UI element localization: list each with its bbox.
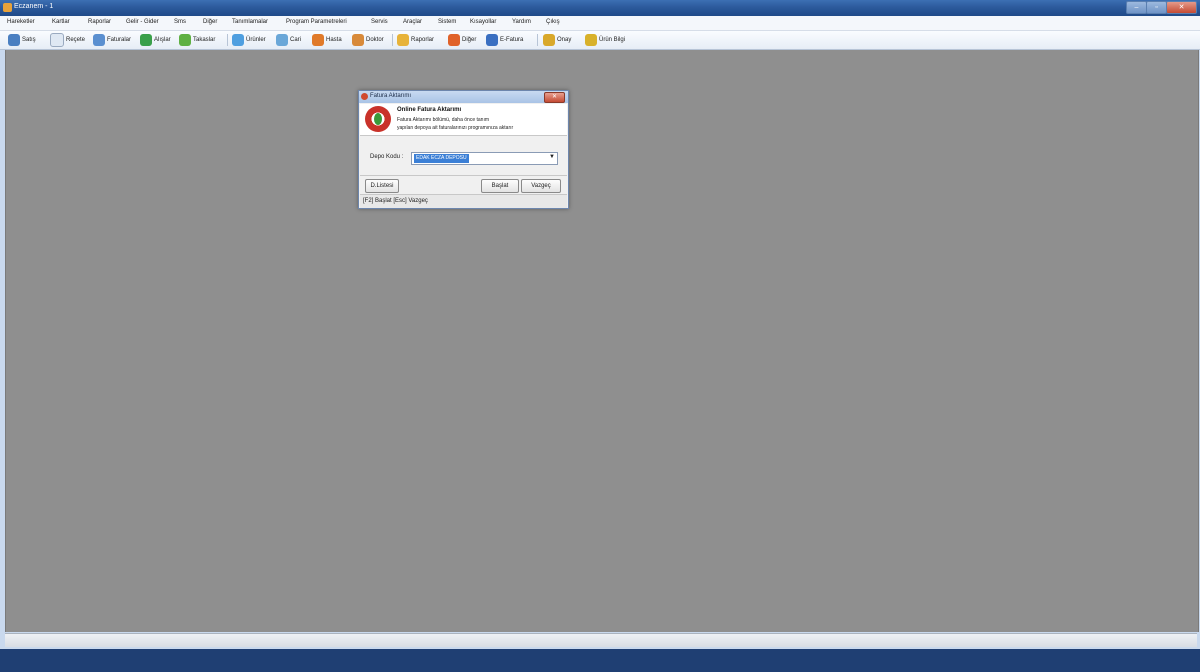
toolbar-separator <box>537 34 538 46</box>
vazgec-button[interactable]: Vazgeç <box>521 179 561 193</box>
toolbar-label: Ürün Bilgi <box>599 37 626 43</box>
depo-kodu-label: Depo Kodu : <box>370 154 404 160</box>
toolbar-takaslar-button[interactable]: Takaslar <box>179 33 215 47</box>
toolbar: Satış Reçete Faturalar Alışlar Takaslar … <box>0 31 1200 50</box>
window-title: Eczanem - 1 <box>14 3 54 10</box>
dialog-title: Fatura Aktarımı <box>370 93 412 99</box>
toolbar-urunler-button[interactable]: Ürünler <box>232 33 266 47</box>
menu-sistem[interactable]: Sistem <box>438 19 456 25</box>
menu-cikis[interactable]: Çıkış <box>546 19 560 25</box>
truck-icon <box>93 34 105 46</box>
toolbar-label: Doktor <box>366 37 384 43</box>
toolbar-raporlar-button[interactable]: Raporlar <box>397 33 434 47</box>
toolbar-label: Diğer <box>462 37 477 43</box>
close-button[interactable]: ✕ <box>1166 1 1197 14</box>
report-icon <box>397 34 409 46</box>
toolbar-label: Satış <box>22 37 36 43</box>
toolbar-doktor-button[interactable]: Doktor <box>352 33 384 47</box>
menu-yardim[interactable]: Yardım <box>512 19 531 25</box>
toolbar-urun-bilgi-button[interactable]: Ürün Bilgi <box>585 33 625 47</box>
menu-tanimlamalar[interactable]: Tanımlamalar <box>232 19 268 25</box>
minimize-button[interactable]: – <box>1126 1 1147 14</box>
network-icon <box>486 34 498 46</box>
mdi-client-area <box>5 50 1199 632</box>
menu-araclar[interactable]: Araçlar <box>403 19 422 25</box>
toolbar-onay-button[interactable]: Onay <box>543 33 571 47</box>
toolbar-hasta-button[interactable]: Hasta <box>312 33 342 47</box>
menu-diger[interactable]: Diğer <box>203 19 217 25</box>
toolbar-recete-button[interactable]: Reçete <box>50 33 85 47</box>
toolbar-satis-button[interactable]: Satış <box>8 33 36 47</box>
shield-check-icon <box>140 34 152 46</box>
menu-hareketler[interactable]: Hareketler <box>7 19 35 25</box>
toolbar-label: Raporlar <box>411 37 435 43</box>
toolbar-diger-button[interactable]: Diğer <box>448 33 476 47</box>
toolbar-label: E-Fatura <box>500 37 524 43</box>
toolbar-label: Reçete <box>66 37 86 43</box>
menu-raporlar[interactable]: Raporlar <box>88 19 111 25</box>
swap-arrows-icon <box>179 34 191 46</box>
dialog-app-icon <box>361 93 368 100</box>
divider <box>360 175 567 176</box>
approve-icon <box>543 34 555 46</box>
dropdown-arrow-icon[interactable]: ▼ <box>549 154 555 160</box>
dialog-title-bar[interactable]: Fatura Aktarımı ✕ <box>359 91 568 103</box>
people-icon <box>276 34 288 46</box>
dialog-description-line1: Fatura Aktarımı bölümü, daha önce tanım <box>397 117 489 123</box>
menu-kartlar[interactable]: Kartlar <box>52 19 70 25</box>
fatura-aktarimi-dialog: Fatura Aktarımı ✕ Online Fatura Aktarımı… <box>358 90 569 209</box>
title-bar[interactable]: Eczanem - 1 – ▫ ✕ <box>0 0 1200 16</box>
depo-kodu-value: EDAK ECZA DEPOSU <box>414 154 469 163</box>
menu-gelir-gider[interactable]: Gelir - Gider <box>126 19 159 25</box>
menu-servis[interactable]: Servis <box>371 19 388 25</box>
status-bar <box>5 633 1197 647</box>
dialog-close-button[interactable]: ✕ <box>544 92 565 103</box>
patient-icon <box>312 34 324 46</box>
maximize-button[interactable]: ▫ <box>1146 1 1167 14</box>
toolbar-cari-button[interactable]: Cari <box>276 33 301 47</box>
toolbar-label: Onay <box>557 37 572 43</box>
flask-icon <box>232 34 244 46</box>
d-listesi-button[interactable]: D.Listesi <box>365 179 399 193</box>
toolbar-label: Takaslar <box>193 37 216 43</box>
shortcut-hint: [F2] Başlat [Esc] Vazgeç <box>363 198 428 204</box>
app-icon <box>3 3 12 12</box>
depo-kodu-select[interactable]: EDAK ECZA DEPOSU ▼ <box>411 152 558 165</box>
dialog-header: Online Fatura Aktarımı Fatura Aktarımı b… <box>360 104 567 136</box>
document-icon <box>50 33 64 47</box>
toolbar-label: Alışlar <box>154 37 171 43</box>
toolbar-separator <box>392 34 393 46</box>
toolbar-label: Faturalar <box>107 37 132 43</box>
menu-program-parametreleri[interactable]: Program Parametreleri <box>286 19 347 25</box>
signpost-icon <box>448 34 460 46</box>
toolbar-separator <box>227 34 228 46</box>
cart-icon <box>8 34 20 46</box>
toolbar-e-fatura-button[interactable]: E-Fatura <box>486 33 523 47</box>
dialog-status-bar: [F2] Başlat [Esc] Vazgeç <box>360 194 567 208</box>
menu-bar: Hareketler Kartlar Raporlar Gelir - Gide… <box>0 16 1200 31</box>
toolbar-label: Hasta <box>326 37 342 43</box>
toolbar-faturalar-button[interactable]: Faturalar <box>93 33 131 47</box>
toolbar-label: Cari <box>290 37 302 43</box>
baslat-button[interactable]: Başlat <box>481 179 519 193</box>
info-check-icon <box>585 34 597 46</box>
toolbar-label: Ürünler <box>246 37 266 43</box>
dialog-description-line2: yapılan depoya ait faturalarınızı progra… <box>397 125 514 131</box>
pharmacy-logo-icon <box>365 106 391 132</box>
menu-sms[interactable]: Sms <box>174 19 186 25</box>
menu-kisayollar[interactable]: Kısayollar <box>470 19 496 25</box>
toolbar-alislar-button[interactable]: Alışlar <box>140 33 171 47</box>
dialog-heading: Online Fatura Aktarımı <box>397 107 462 113</box>
doctor-icon <box>352 34 364 46</box>
main-window: Eczanem - 1 – ▫ ✕ Hareketler Kartlar Rap… <box>0 0 1200 649</box>
